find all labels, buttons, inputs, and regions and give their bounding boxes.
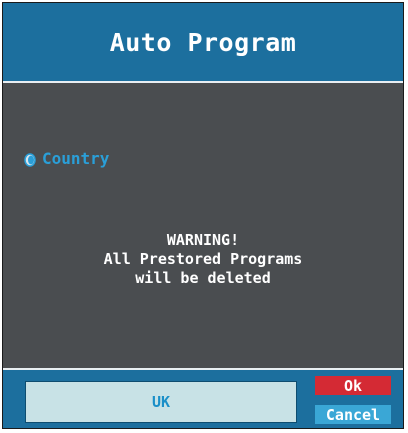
- dialog-title: Auto Program: [109, 27, 297, 57]
- cancel-button[interactable]: Cancel: [315, 405, 391, 424]
- warning-line-3: will be deleted: [135, 269, 271, 287]
- dialog-body: Country WARNING! All Prestored Programs …: [3, 83, 403, 368]
- title-bar: Auto Program: [3, 3, 403, 83]
- country-select[interactable]: UK: [25, 381, 297, 423]
- dialog-footer: UK Ok Cancel: [3, 368, 403, 428]
- ok-button[interactable]: Ok: [315, 376, 391, 395]
- radio-bullet-icon: [24, 152, 36, 167]
- warning-line-1: WARNING!: [166, 231, 240, 249]
- auto-program-dialog: Auto Program Country WARNING! All Presto…: [2, 2, 404, 429]
- country-label: Country: [42, 149, 110, 168]
- warning-message: WARNING! All Prestored Programs will be …: [3, 231, 403, 288]
- warning-line-2: All Prestored Programs: [103, 250, 303, 268]
- country-option[interactable]: Country: [24, 149, 109, 168]
